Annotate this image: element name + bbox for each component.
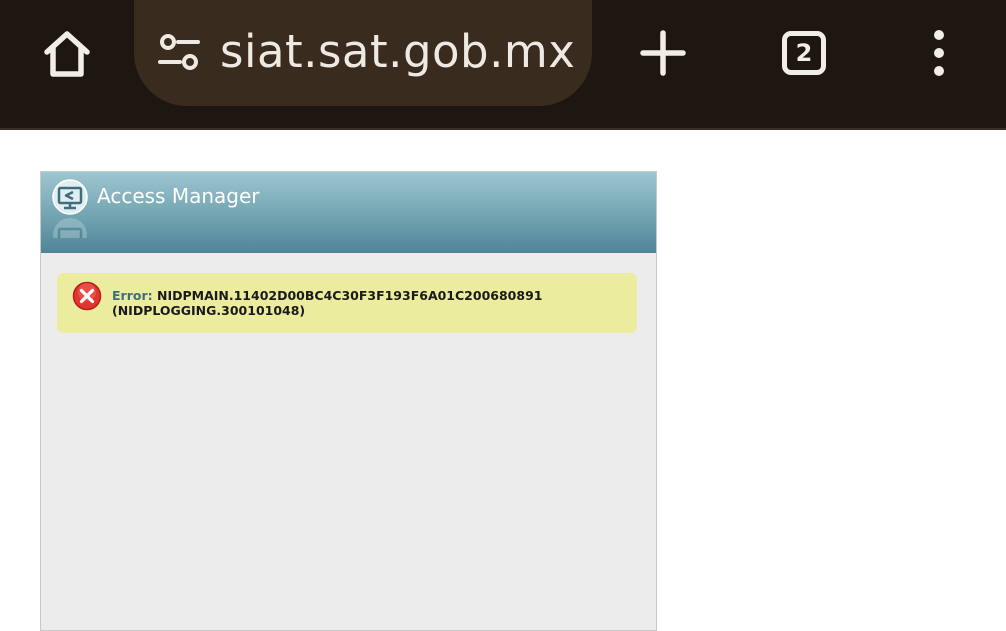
error-detail: (NIDPLOGGING.300101048) [112,303,306,318]
header-icon-reflection [51,216,89,238]
error-message: Error: NIDPMAIN.11402D00BC4C30F3F193F6A0… [57,273,637,333]
plus-icon [640,30,686,76]
tab-count: 2 [795,39,813,67]
error-text: Error: NIDPMAIN.11402D00BC4C30F3F193F6A0… [112,288,542,318]
error-code: NIDPMAIN.11402D00BC4C30F3F193F6A01C20068… [156,288,543,303]
menu-button[interactable] [914,22,964,84]
error-label: Error: [112,288,153,303]
more-vert-icon [934,30,944,76]
access-manager-panel: Access Manager Error: NIDPMAIN.11402D00B… [40,171,657,631]
panel-header: Access Manager [41,172,656,253]
url-text[interactable]: siat.sat.gob.mx [220,20,575,84]
address-bar[interactable]: siat.sat.gob.mx [134,0,592,106]
panel-title: Access Manager [97,184,260,208]
tab-switcher-button[interactable]: 2 [772,22,836,84]
tab-switcher-icon: 2 [782,31,826,75]
new-tab-button[interactable] [632,22,694,84]
home-button[interactable] [36,22,98,84]
home-icon [44,31,90,77]
access-manager-icon [52,179,88,215]
tune-icon[interactable] [156,30,202,76]
browser-toolbar: siat.sat.gob.mx 2 [0,0,1006,130]
error-line-1: Error: NIDPMAIN.11402D00BC4C30F3F193F6A0… [112,288,542,303]
error-x-icon [72,281,102,311]
